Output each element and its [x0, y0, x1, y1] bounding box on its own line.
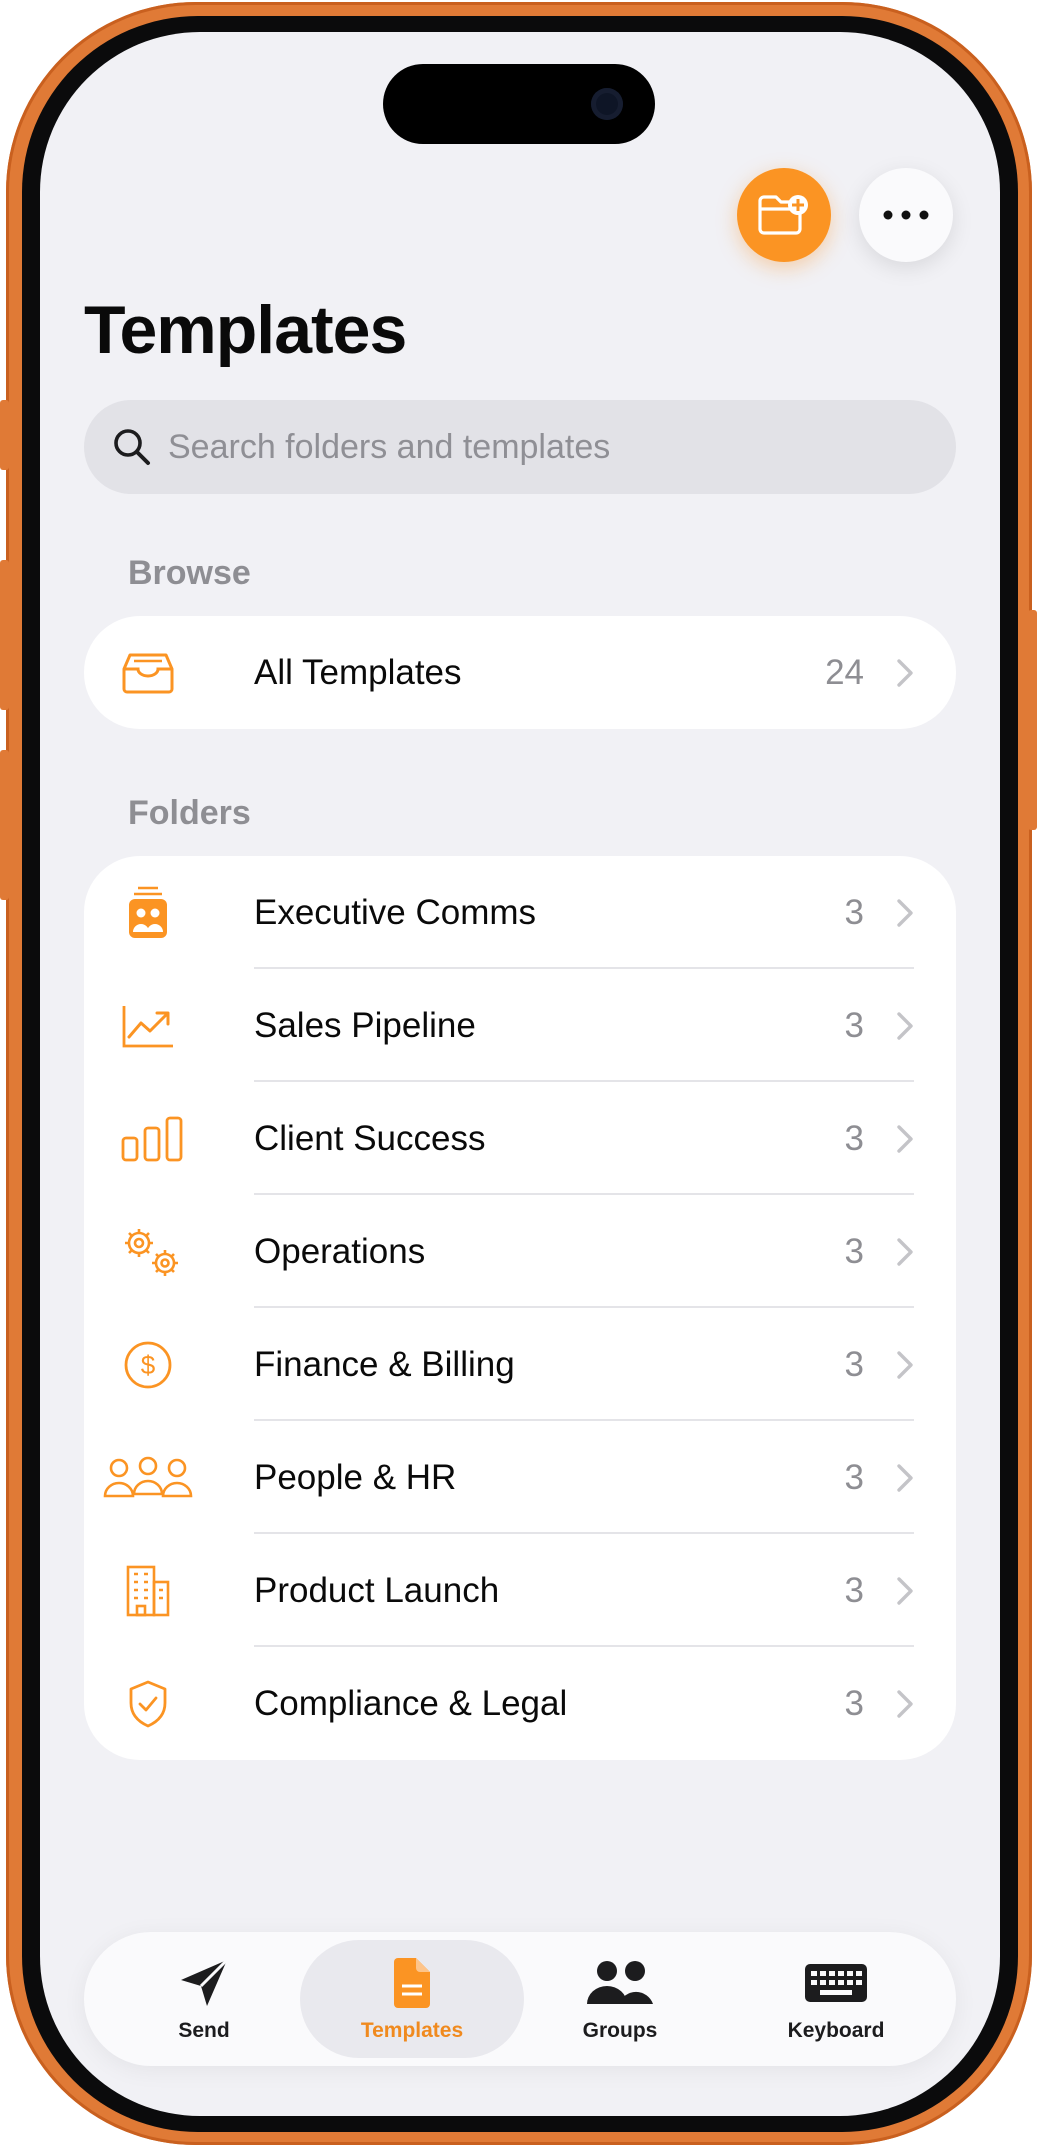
tab-label: Templates [360, 2019, 464, 2042]
volume-up-button [0, 560, 9, 710]
search-input[interactable] [168, 427, 928, 467]
building-icon [120, 1563, 176, 1619]
list-item-label: Executive Comms [254, 892, 537, 932]
document-icon [390, 1955, 434, 2011]
two-people-icon [585, 1955, 655, 2011]
tab-label: Send [178, 2019, 230, 2042]
list-item-label: Operations [254, 1231, 426, 1271]
tab-templates[interactable]: Templates [300, 1940, 524, 2058]
tab-bar: Send Templates Groups Keyboard [84, 1932, 956, 2066]
tab-keyboard[interactable]: Keyboard [724, 1940, 948, 2058]
chevron-right-icon [896, 1124, 914, 1154]
screen: Templates Browse All Templates 24 [40, 32, 1000, 2116]
podium-icon [120, 885, 176, 941]
page-title: Templates [84, 292, 407, 368]
trend-chart-icon [120, 998, 176, 1054]
more-button[interactable] [859, 168, 953, 262]
browse-card: All Templates 24 [84, 616, 956, 729]
list-item-label: Compliance & Legal [254, 1683, 568, 1723]
people-icon [102, 1450, 194, 1506]
list-item-count: 3 [844, 892, 864, 932]
tab-label: Groups [582, 2019, 658, 2042]
list-item-count: 3 [844, 1457, 864, 1497]
list-item-finance-billing[interactable]: $ Finance & Billing 3 [84, 1308, 956, 1421]
svg-text:$: $ [141, 1350, 156, 1380]
tab-groups[interactable]: Groups [508, 1940, 732, 2058]
list-item-client-success[interactable]: Client Success 3 [84, 1082, 956, 1195]
chevron-right-icon [896, 1350, 914, 1380]
chevron-right-icon [896, 1463, 914, 1493]
add-folder-button[interactable] [737, 168, 831, 262]
volume-down-button [0, 750, 9, 900]
chevron-right-icon [896, 658, 914, 688]
folders-card: Executive Comms 3 Sales Pipeline 3 Clien… [84, 856, 956, 1760]
tab-send[interactable]: Send [92, 1940, 316, 2058]
list-item-label: All Templates [254, 652, 462, 692]
gears-icon [108, 1224, 196, 1280]
list-item-compliance-legal[interactable]: Compliance & Legal 3 [84, 1647, 956, 1760]
browse-section-label: Browse [128, 554, 251, 592]
list-item-count: 3 [844, 1005, 864, 1045]
list-item-label: People & HR [254, 1457, 457, 1497]
list-item-all-templates[interactable]: All Templates 24 [84, 616, 956, 729]
list-item-count: 3 [844, 1570, 864, 1610]
list-item-count: 3 [844, 1683, 864, 1723]
list-item-operations[interactable]: Operations 3 [84, 1195, 956, 1308]
list-item-sales-pipeline[interactable]: Sales Pipeline 3 [84, 969, 956, 1082]
dollar-circle-icon: $ [120, 1337, 176, 1393]
chevron-right-icon [896, 1689, 914, 1719]
list-item-label: Finance & Billing [254, 1344, 515, 1384]
action-button [0, 400, 9, 470]
dynamic-island [383, 64, 655, 144]
list-item-label: Sales Pipeline [254, 1005, 476, 1045]
list-item-label: Client Success [254, 1118, 486, 1158]
chevron-right-icon [896, 1011, 914, 1041]
ellipsis-icon [883, 210, 929, 220]
list-item-product-launch[interactable]: Product Launch 3 [84, 1534, 956, 1647]
list-item-executive-comms[interactable]: Executive Comms 3 [84, 856, 956, 969]
list-item-count: 3 [844, 1231, 864, 1271]
power-button [1028, 610, 1037, 830]
tab-label: Keyboard [787, 2019, 885, 2042]
bar-chart-icon [108, 1111, 196, 1167]
search-icon [112, 427, 152, 467]
list-item-count: 3 [844, 1118, 864, 1158]
list-item-label: Product Launch [254, 1570, 500, 1610]
list-item-people-hr[interactable]: People & HR 3 [84, 1421, 956, 1534]
paperplane-icon [177, 1955, 231, 2011]
chevron-right-icon [896, 1237, 914, 1267]
chevron-right-icon [896, 1576, 914, 1606]
folders-section-label: Folders [128, 794, 251, 832]
tray-icon [120, 645, 176, 701]
chevron-right-icon [896, 898, 914, 928]
list-item-count: 3 [844, 1344, 864, 1384]
shield-check-icon [120, 1676, 176, 1732]
keyboard-icon [804, 1955, 868, 2011]
search-bar[interactable] [84, 400, 956, 494]
folder-plus-icon [758, 195, 808, 235]
list-item-count: 24 [825, 652, 864, 692]
